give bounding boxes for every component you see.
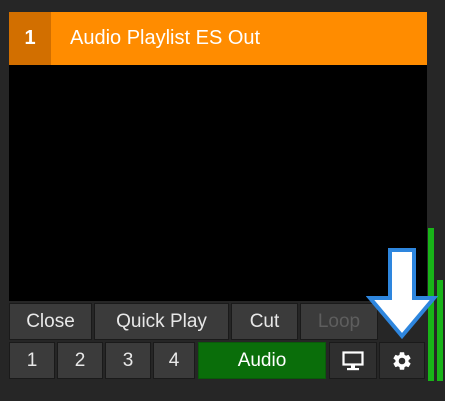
audio-button[interactable]: Audio [198, 342, 326, 379]
monitor-button[interactable] [329, 342, 377, 379]
overlay-3-button[interactable]: 3 [105, 342, 151, 379]
quick-play-button[interactable]: Quick Play [94, 303, 229, 340]
input-title: Audio Playlist ES Out [70, 27, 261, 49]
close-button[interactable]: Close [9, 303, 92, 340]
input-panel: 1 Audio Playlist ES Out Close Quick Play… [0, 0, 451, 401]
down-arrow-icon [366, 248, 438, 340]
gear-icon [393, 351, 411, 370]
preview-area[interactable] [9, 65, 427, 301]
input-title-bar[interactable]: 1 Audio Playlist ES Out [9, 12, 427, 65]
overlay-4-button[interactable]: 4 [153, 342, 195, 379]
settings-button[interactable] [379, 342, 425, 379]
overlay-2-button[interactable]: 2 [57, 342, 103, 379]
input-number: 1 [9, 12, 51, 65]
cut-button[interactable]: Cut [231, 303, 298, 340]
monitor-icon [342, 350, 364, 370]
overlay-1-button[interactable]: 1 [9, 342, 55, 379]
